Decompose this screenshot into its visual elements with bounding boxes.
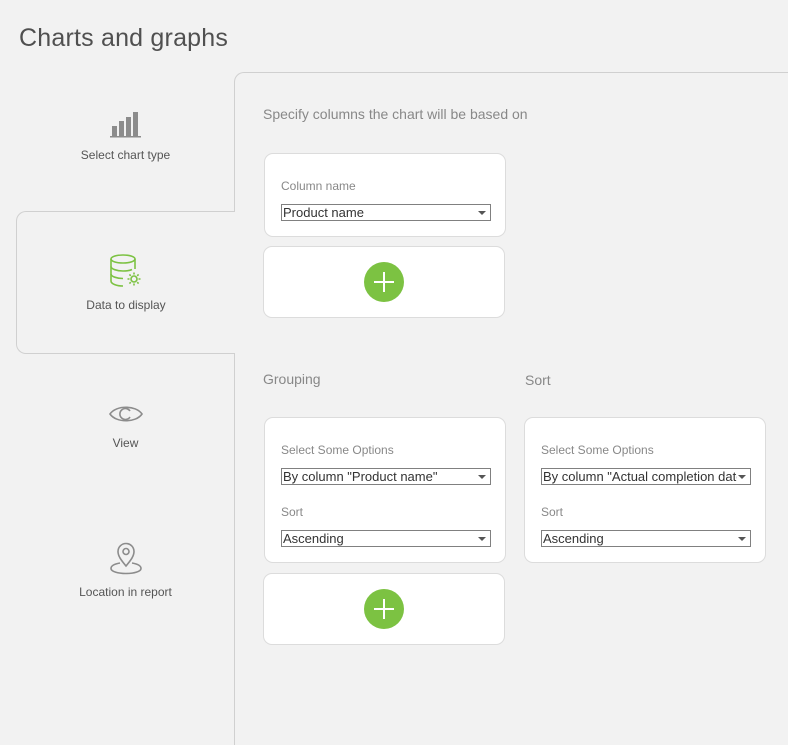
sort-column-select[interactable]: By column "Actual completion date" (541, 468, 751, 485)
sidebar-item-view[interactable]: View (16, 354, 235, 497)
sort-heading: Sort (525, 372, 551, 388)
sidebar-item-location-in-report[interactable]: Location in report (16, 498, 235, 641)
sidebar-item-label: Data to display (86, 297, 166, 312)
location-pin-icon (109, 541, 143, 575)
chevron-down-icon (478, 211, 486, 215)
chevron-down-icon (738, 475, 746, 479)
sidebar-item-label: Select chart type (80, 147, 171, 162)
chevron-down-icon (738, 537, 746, 541)
grouping-sort-select[interactable]: Ascending (281, 530, 491, 547)
instructions-text: Specify columns the chart will be based … (263, 106, 528, 122)
grouping-sort-label: Sort (281, 505, 304, 519)
add-grouping-button[interactable] (364, 589, 404, 629)
chevron-down-icon (478, 537, 486, 541)
grouping-heading: Grouping (263, 371, 321, 387)
eye-icon (108, 402, 144, 426)
bar-chart-icon (109, 110, 143, 138)
page-title: Charts and graphs (19, 24, 229, 52)
sidebar-item-label: Location in report (79, 584, 172, 599)
column-name-select[interactable]: Product name (281, 204, 491, 221)
grouping-options-label: Select Some Options (281, 443, 394, 457)
grouping-card: Select Some Options By column "Product n… (264, 417, 506, 563)
add-column-card (263, 246, 505, 318)
database-gear-icon (108, 253, 144, 288)
grouping-column-select[interactable]: By column "Product name" (281, 468, 491, 485)
column-card: Column name Product name (264, 153, 506, 237)
chevron-down-icon (478, 475, 486, 479)
sidebar-item-select-chart-type[interactable]: Select chart type (16, 64, 235, 207)
add-grouping-card (263, 573, 505, 645)
column-name-label: Column name (281, 179, 356, 193)
sort-order-label: Sort (541, 505, 564, 519)
sort-order-select[interactable]: Ascending (541, 530, 751, 547)
add-column-button[interactable] (364, 262, 404, 302)
sort-options-label: Select Some Options (541, 443, 654, 457)
sidebar-item-data-to-display[interactable]: Data to display (16, 211, 237, 354)
sort-card: Select Some Options By column "Actual co… (524, 417, 766, 563)
sidebar-item-label: View (112, 435, 139, 450)
